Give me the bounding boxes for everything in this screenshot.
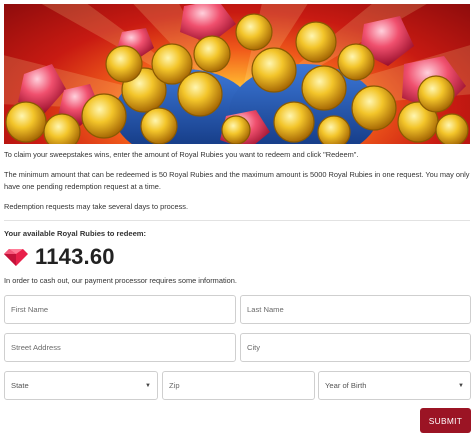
chevron-down-icon: ▼ xyxy=(145,382,151,389)
coins-illustration xyxy=(4,4,470,144)
first-name-field[interactable] xyxy=(4,295,236,324)
year-of-birth-select[interactable]: Year of Birth ▼ xyxy=(318,371,471,400)
redemption-limits-text: The minimum amount that can be redeemed … xyxy=(4,170,470,191)
promo-banner xyxy=(4,4,470,144)
city-field[interactable] xyxy=(240,333,471,362)
zip-field[interactable] xyxy=(162,371,315,400)
claim-instructions: To claim your sweepstakes wins, enter th… xyxy=(4,150,359,159)
street-address-field[interactable] xyxy=(4,333,236,362)
processing-time-text: Redemption requests may take several day… xyxy=(4,202,189,211)
cashout-info-text: In order to cash out, our payment proces… xyxy=(4,276,237,285)
last-name-field[interactable] xyxy=(240,295,471,324)
balance-amount: 1143.60 xyxy=(35,244,115,269)
ruby-gem-icon xyxy=(4,249,28,266)
year-of-birth-label: Year of Birth xyxy=(325,381,367,390)
state-select[interactable]: State ▼ xyxy=(4,371,158,400)
state-select-label: State xyxy=(11,381,29,390)
section-divider xyxy=(4,220,470,221)
available-balance-label: Your available Royal Rubies to redeem: xyxy=(4,229,147,238)
submit-button[interactable]: SUBMIT xyxy=(420,408,471,433)
chevron-down-icon: ▼ xyxy=(458,382,464,389)
